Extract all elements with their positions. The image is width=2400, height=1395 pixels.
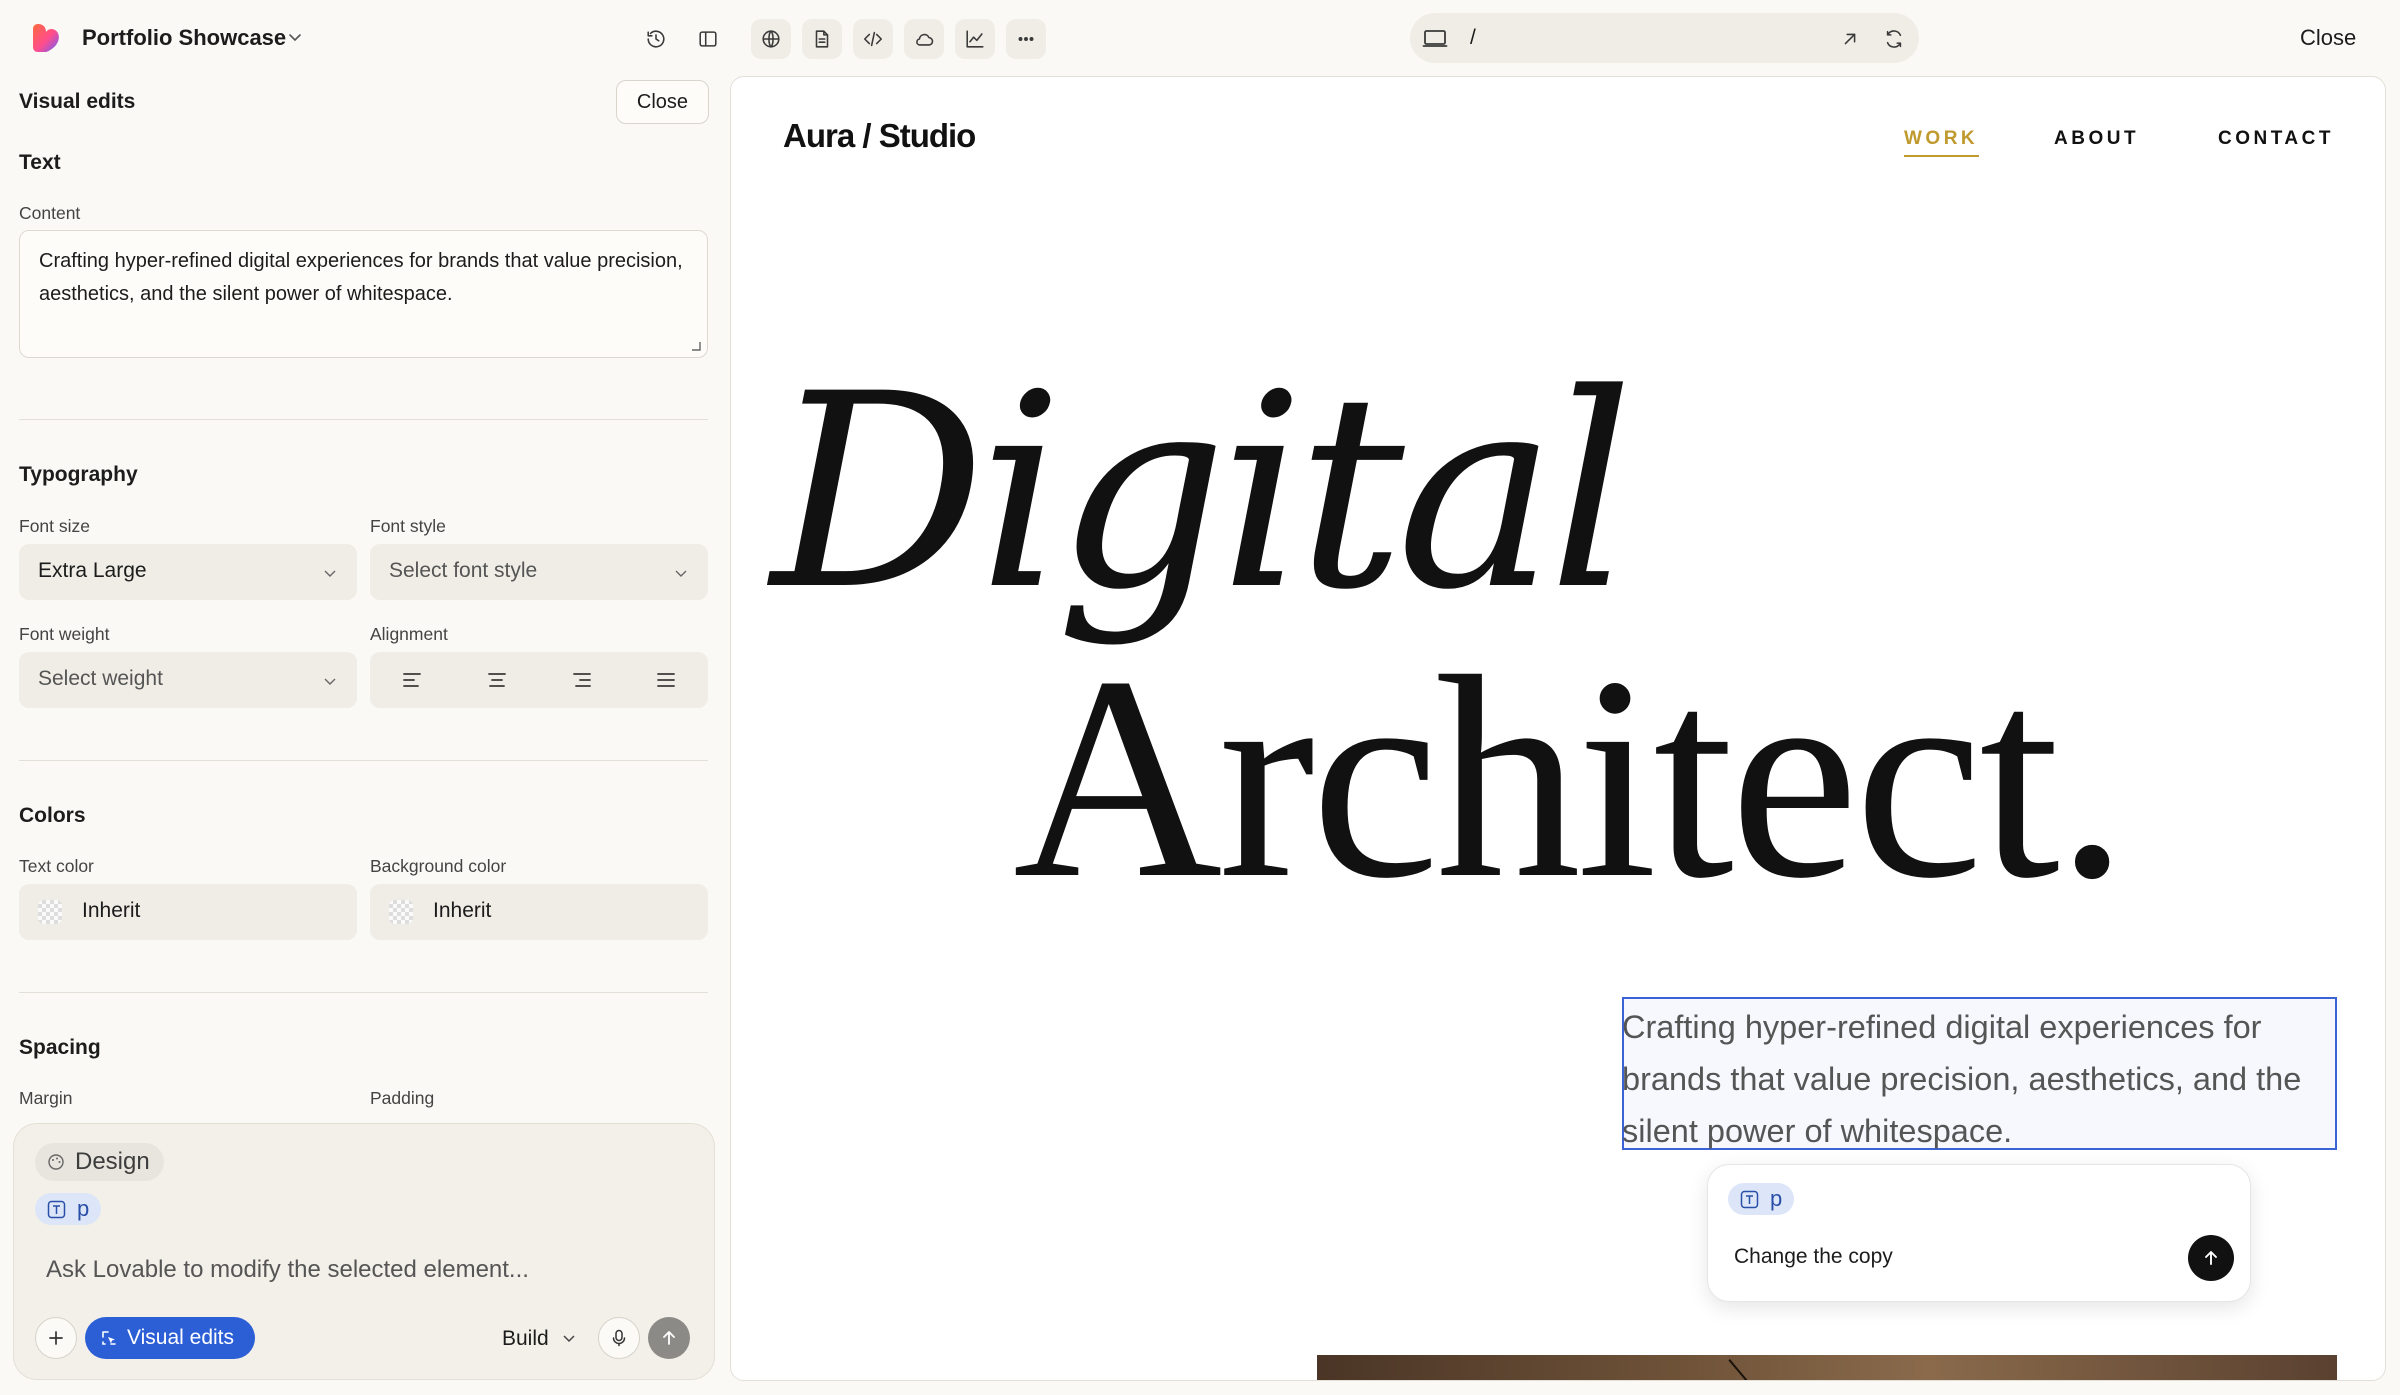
background-color-value: Inherit <box>433 899 492 922</box>
inline-edit-popup: p Change the copy <box>1707 1164 2251 1302</box>
microphone-icon <box>612 1329 626 1347</box>
chevron-down-icon <box>675 570 687 577</box>
refresh-icon[interactable] <box>1874 19 1914 59</box>
background-color-picker[interactable]: Inherit <box>370 884 708 940</box>
padding-label: Padding <box>370 1088 435 1108</box>
project-name[interactable]: Portfolio Showcase <box>82 25 286 51</box>
element-chip-label: p <box>77 1196 90 1221</box>
file-icon[interactable] <box>802 19 842 59</box>
align-center-icon[interactable] <box>483 666 511 694</box>
url-path[interactable]: / <box>1470 26 1476 50</box>
chat-composer: Design p Ask Lovable to modify the selec… <box>13 1123 715 1380</box>
font-size-value: Extra Large <box>38 559 147 582</box>
element-chip-label: p <box>1770 1186 1783 1211</box>
hero-heading-line2[interactable]: Architect. <box>1013 633 2128 923</box>
visual-edits-button[interactable]: Visual edits <box>85 1317 255 1359</box>
align-left-icon[interactable] <box>398 666 426 694</box>
font-size-label: Font size <box>19 516 90 536</box>
visual-edits-label: Visual edits <box>127 1326 235 1349</box>
spacing-section-title: Spacing <box>19 1036 101 1059</box>
chevron-down-icon[interactable] <box>287 29 303 45</box>
cursor-select-icon <box>102 1331 116 1345</box>
nav-work[interactable]: WORK <box>1904 128 1978 150</box>
colors-section-title: Colors <box>19 804 86 827</box>
typography-section-title: Typography <box>19 463 138 486</box>
add-attachment-button[interactable] <box>35 1317 77 1359</box>
font-weight-select[interactable]: Select weight <box>19 652 357 708</box>
plus-icon <box>49 1331 63 1345</box>
lovable-logo-icon[interactable] <box>30 22 62 54</box>
inline-send-button[interactable] <box>2188 1235 2234 1281</box>
history-icon[interactable] <box>636 19 676 59</box>
design-chip[interactable]: Design <box>35 1143 164 1181</box>
open-external-icon[interactable] <box>1830 19 1870 59</box>
mode-select[interactable]: Build <box>502 1327 549 1351</box>
font-size-select[interactable]: Extra Large <box>19 544 357 600</box>
font-weight-placeholder: Select weight <box>38 667 163 690</box>
color-swatch <box>389 900 413 924</box>
microphone-button[interactable] <box>598 1317 640 1359</box>
hero-image <box>1317 1355 2337 1380</box>
code-icon[interactable] <box>853 19 893 59</box>
close-preview-button[interactable]: Close <box>2300 25 2356 51</box>
nav-about[interactable]: ABOUT <box>2054 128 2139 150</box>
text-color-picker[interactable]: Inherit <box>19 884 357 940</box>
content-label: Content <box>19 203 81 223</box>
panel-title: Visual edits <box>19 90 136 113</box>
font-weight-label: Font weight <box>19 624 110 644</box>
inline-prompt-input[interactable]: Change the copy <box>1734 1245 1893 1269</box>
site-brand[interactable]: Aura / Studio <box>783 117 976 155</box>
divider <box>19 419 708 420</box>
globe-icon[interactable] <box>751 19 791 59</box>
text-section-title: Text <box>19 151 61 174</box>
arrow-up-icon <box>663 1331 675 1345</box>
nav-active-underline <box>1904 155 1979 157</box>
nav-contact[interactable]: CONTACT <box>2218 128 2334 150</box>
divider <box>19 992 708 993</box>
divider <box>19 760 708 761</box>
text-color-value: Inherit <box>82 899 141 922</box>
text-element-icon <box>47 1200 66 1219</box>
background-color-label: Background color <box>370 856 507 876</box>
prompt-input[interactable]: Ask Lovable to modify the selected eleme… <box>46 1256 529 1284</box>
sidebar-toggle-icon[interactable] <box>688 19 728 59</box>
color-swatch <box>38 900 62 924</box>
send-button[interactable] <box>648 1317 690 1359</box>
content-textarea[interactable]: Crafting hyper-refined digital experienc… <box>19 230 708 358</box>
palette-icon <box>48 1154 64 1170</box>
chevron-down-icon <box>324 570 336 577</box>
design-chip-label: Design <box>75 1148 150 1175</box>
chevron-down-icon <box>324 678 336 685</box>
alignment-group <box>370 652 708 708</box>
font-style-label: Font style <box>370 516 446 536</box>
element-chip[interactable]: p <box>1728 1183 1795 1215</box>
close-panel-button[interactable]: Close <box>616 80 709 124</box>
text-color-label: Text color <box>19 856 94 876</box>
arrow-up-icon <box>2205 1251 2217 1265</box>
align-justify-icon[interactable] <box>652 666 680 694</box>
url-bar[interactable]: / <box>1410 13 1919 63</box>
alignment-label: Alignment <box>370 624 448 644</box>
hero-heading-line1[interactable]: Digital <box>771 359 1634 627</box>
cloud-icon[interactable] <box>904 19 944 59</box>
text-element-icon <box>1740 1190 1759 1209</box>
analytics-icon[interactable] <box>955 19 995 59</box>
site-preview: Aura / Studio WORK ABOUT CONTACT Digital… <box>730 76 2386 1381</box>
chevron-down-icon[interactable] <box>562 1331 576 1345</box>
more-icon[interactable] <box>1006 19 1046 59</box>
hero-paragraph[interactable]: Crafting hyper-refined digital experienc… <box>1622 1001 2322 1157</box>
element-chip[interactable]: p <box>35 1193 102 1225</box>
device-preview-icon[interactable] <box>1422 25 1448 51</box>
top-bar: Portfolio Showcase / Close <box>0 0 2400 76</box>
align-right-icon[interactable] <box>568 666 596 694</box>
font-style-placeholder: Select font style <box>389 559 538 582</box>
resize-handle-icon[interactable] <box>688 338 702 352</box>
margin-label: Margin <box>19 1088 73 1108</box>
font-style-select[interactable]: Select font style <box>370 544 708 600</box>
